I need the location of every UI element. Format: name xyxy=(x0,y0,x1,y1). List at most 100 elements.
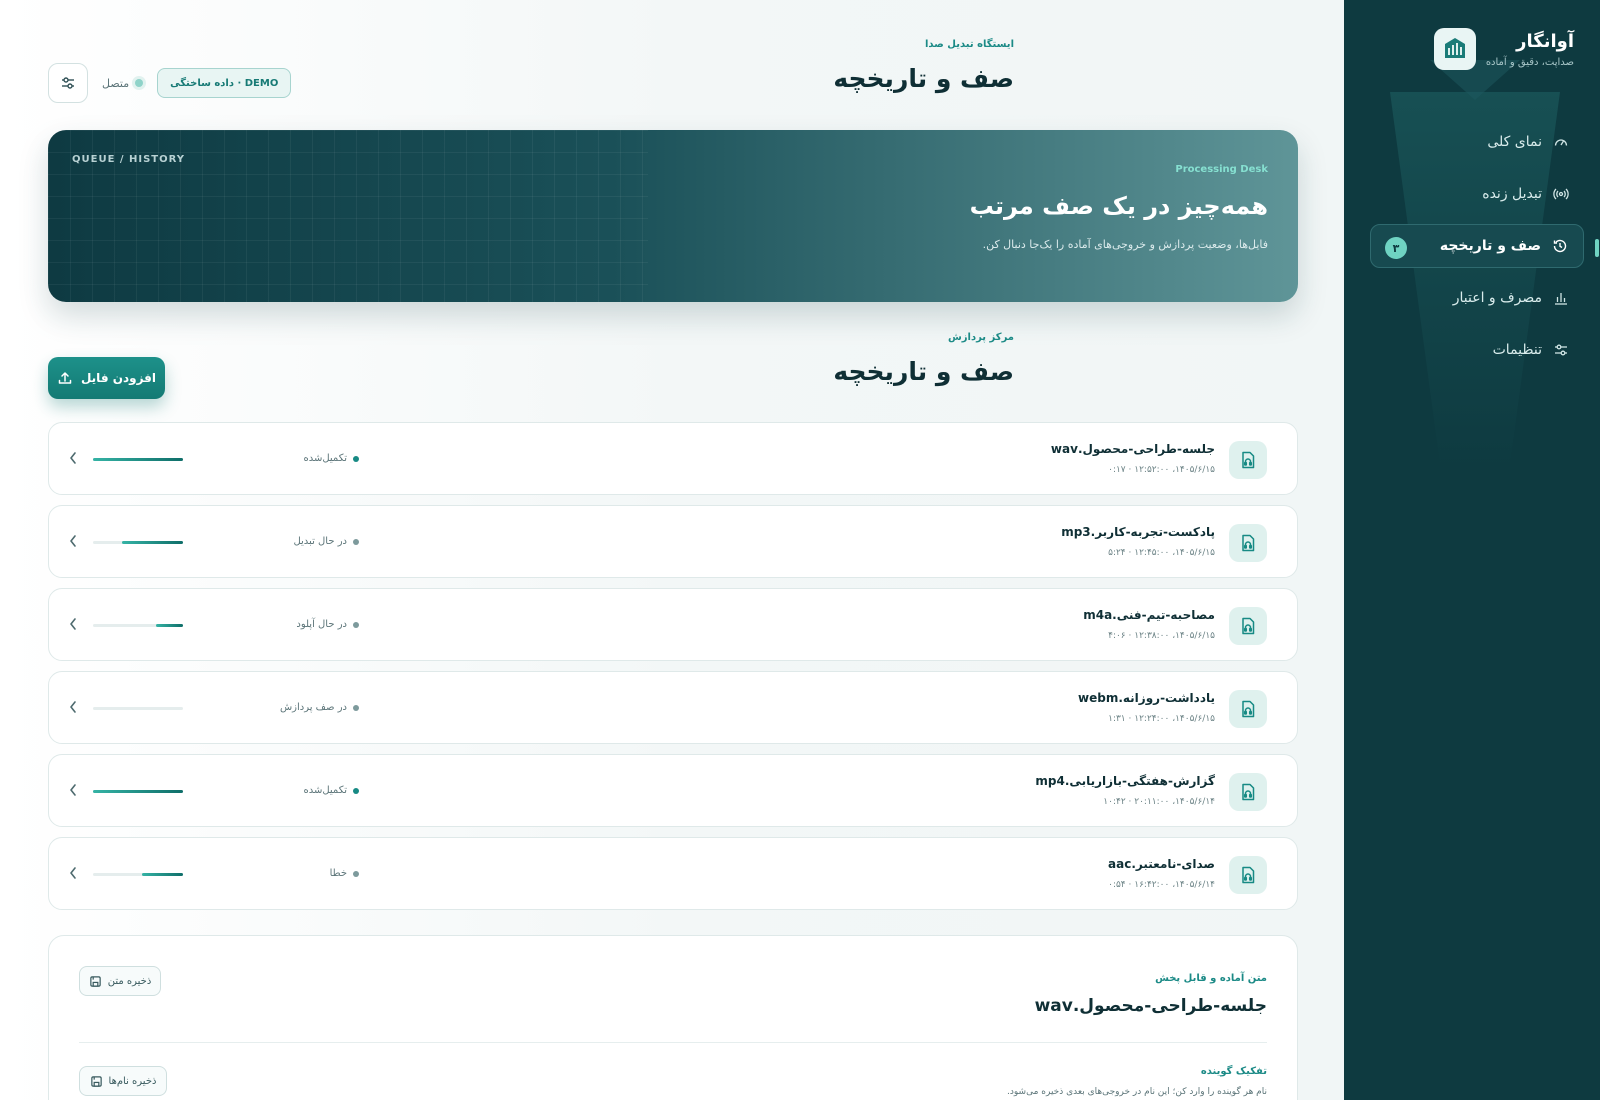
status-badge: تکمیل‌شده xyxy=(249,785,359,796)
status-label: تکمیل‌شده xyxy=(303,785,347,796)
queue-row[interactable]: جلسه-طراحی-محصول.wav ۱۴۰۵/۶/۱۵، ۱۲:۵۲:۰۰… xyxy=(48,422,1298,495)
progress-bar xyxy=(93,707,183,710)
brand-text: آوانگار صداپت، دقیق و آماده xyxy=(1486,31,1574,68)
hero-banner: QUEUE / HISTORY Processing Desk همه‌چیز … xyxy=(48,130,1298,302)
chevron-left-icon[interactable] xyxy=(67,450,79,466)
brand-logo xyxy=(1433,28,1476,70)
chevron-left-icon[interactable] xyxy=(67,533,79,549)
sidebar-item-label: تنظیمات xyxy=(1492,342,1542,358)
section-title: صف و تاریخچه xyxy=(833,357,1014,386)
queue-row[interactable]: مصاحبه-تیم-فنی.m4a ۱۴۰۵/۶/۱۵، ۱۲:۳۸:۰۰ ·… xyxy=(48,588,1298,661)
transcript-eyebrow: متن آماده و قابل پخش xyxy=(1155,973,1267,984)
speaker-description: نام هر گوینده را وارد کن؛ این نام در خرو… xyxy=(1007,1087,1267,1097)
speaker-eyebrow: تفکیک گوینده xyxy=(1200,1066,1267,1077)
file-meta: ۱۴۰۵/۶/۱۴، ۲۰:۱۱:۰۰ · ۱۰:۴۲ xyxy=(1103,797,1215,807)
status-dot xyxy=(353,621,359,628)
file-meta: ۱۴۰۵/۶/۱۵، ۱۲:۵۲:۰۰ · ۰:۱۷ xyxy=(1108,465,1215,475)
progress-fill xyxy=(93,790,183,793)
chevron-left-icon[interactable] xyxy=(67,865,79,881)
file-meta: ۱۴۰۵/۶/۱۵، ۱۲:۲۴:۰۰ · ۱:۳۱ xyxy=(1108,714,1215,724)
transcript-panel: متن آماده و قابل پخش جلسه-طراحی-محصول.wa… xyxy=(48,935,1298,1100)
status-badge: خطا xyxy=(249,868,359,879)
progress-bar xyxy=(93,790,183,793)
brand[interactable]: آوانگار صداپت، دقیق و آماده xyxy=(1433,28,1574,70)
status-dot xyxy=(135,79,144,87)
audio-file-icon xyxy=(1229,856,1267,894)
connection-status: متصل xyxy=(102,76,144,90)
waveform-building-icon xyxy=(1444,38,1465,58)
sidebar-nav: نمای کلی تبدیل زنده صف و تاریخچه ۳ مصرف … xyxy=(1370,120,1599,380)
status-dot xyxy=(353,704,359,711)
chevron-left-icon[interactable] xyxy=(67,699,79,715)
app-root: ایستگاه تبدیل صدا صف و تاریخچه متصل DEMO… xyxy=(0,0,1600,1100)
gauge-icon xyxy=(1552,133,1570,151)
floppy-disk-icon xyxy=(89,975,101,987)
chevron-left-icon[interactable] xyxy=(67,782,79,798)
history-icon xyxy=(1551,237,1569,255)
sliders-icon xyxy=(62,77,74,89)
status-label: در حال آپلود xyxy=(296,619,347,630)
sidebar-item-settings[interactable]: تنظیمات xyxy=(1370,328,1584,372)
add-file-label: افزودن فایل xyxy=(80,371,157,385)
brand-subtitle: صداپت، دقیق و آماده xyxy=(1485,56,1574,68)
section-eyebrow: مرکز پردازش xyxy=(947,332,1014,343)
audio-file-icon xyxy=(1229,607,1267,645)
status-label: متصل xyxy=(102,76,130,90)
audio-file-icon xyxy=(1229,773,1267,811)
floppy-disk-icon xyxy=(90,1075,102,1087)
hero-description: فایل‌ها، وضعیت پردازش و خروجی‌های آماده … xyxy=(982,238,1268,251)
file-name: مصاحبه-تیم-فنی.m4a xyxy=(1083,608,1215,622)
chevron-left-icon[interactable] xyxy=(67,616,79,632)
sidebar-item-overview[interactable]: نمای کلی xyxy=(1370,120,1584,164)
broadcast-icon xyxy=(1552,185,1570,203)
status-label: در حال تبدیل xyxy=(293,536,347,547)
queue-row[interactable]: یادداشت-روزانه.webm ۱۴۰۵/۶/۱۵، ۱۲:۲۴:۰۰ … xyxy=(48,671,1298,744)
save-names-label: ذخیره نام‌ها xyxy=(108,1075,157,1087)
sidebar-item-usage[interactable]: مصرف و اعتبار xyxy=(1370,276,1584,320)
page-title: صف و تاریخچه xyxy=(833,64,1014,93)
file-meta: ۱۴۰۵/۶/۱۴، ۱۶:۴۲:۰۰ · ۰:۵۴ xyxy=(1108,880,1215,890)
sliders-icon xyxy=(1552,341,1570,359)
audio-file-icon xyxy=(1229,441,1267,479)
demo-badge: DEMO · داده ساختگی xyxy=(157,68,292,98)
status-dot xyxy=(353,787,359,794)
audio-file-icon xyxy=(1229,524,1267,562)
progress-fill xyxy=(156,624,183,627)
header-eyebrow: ایستگاه تبدیل صدا xyxy=(924,39,1014,50)
file-meta: ۱۴۰۵/۶/۱۵، ۱۲:۴۵:۰۰ · ۵:۲۴ xyxy=(1108,548,1215,558)
status-dot xyxy=(353,538,359,545)
brand-title: آوانگار xyxy=(1516,30,1574,52)
queue-list: جلسه-طراحی-محصول.wav ۱۴۰۵/۶/۱۵، ۱۲:۵۲:۰۰… xyxy=(48,422,1298,920)
bar-chart-icon xyxy=(1552,289,1570,307)
queue-row[interactable]: پادکست-تجربه-کاربر.mp3 ۱۴۰۵/۶/۱۵، ۱۲:۴۵:… xyxy=(48,505,1298,578)
status-dot xyxy=(353,455,359,462)
hero-tag: QUEUE / HISTORY xyxy=(72,154,186,165)
sidebar-item-live[interactable]: تبدیل زنده xyxy=(1370,172,1584,216)
sidebar-item-queue[interactable]: صف و تاریخچه ۳ xyxy=(1370,224,1599,268)
audio-file-icon xyxy=(1229,690,1267,728)
status-label: خطا xyxy=(329,868,347,879)
sidebar: آوانگار صداپت، دقیق و آماده نمای کلی تبد… xyxy=(1344,0,1600,1100)
file-name: صدای-نامعتبر.aac xyxy=(1108,857,1215,871)
transcript-title: جلسه-طراحی-محصول.wav xyxy=(1034,996,1267,1016)
header-controls: متصل DEMO · داده ساختگی xyxy=(48,63,292,103)
progress-fill xyxy=(141,873,183,876)
progress-bar xyxy=(93,458,183,461)
queue-count-badge: ۳ xyxy=(1385,237,1407,259)
queue-row[interactable]: گزارش-هفتگی-بازاریابی.mp4 ۱۴۰۵/۶/۱۴، ۲۰:… xyxy=(48,754,1298,827)
file-name: یادداشت-روزانه.webm xyxy=(1078,691,1215,705)
status-label: در صف پردازش xyxy=(279,702,347,713)
progress-bar xyxy=(93,873,183,876)
add-file-button[interactable]: افزودن فایل xyxy=(48,357,165,399)
main-content: ایستگاه تبدیل صدا صف و تاریخچه متصل DEMO… xyxy=(0,0,1344,1100)
file-name: جلسه-طراحی-محصول.wav xyxy=(1050,442,1215,456)
save-text-button[interactable]: ذخیره متن xyxy=(79,966,161,996)
save-text-label: ذخیره متن xyxy=(107,975,152,987)
sidebar-item-label: نمای کلی xyxy=(1487,134,1542,150)
upload-icon xyxy=(58,372,72,384)
settings-button[interactable] xyxy=(48,63,88,103)
queue-row[interactable]: صدای-نامعتبر.aac ۱۴۰۵/۶/۱۴، ۱۶:۴۲:۰۰ · ۰… xyxy=(48,837,1298,910)
save-names-button[interactable]: ذخیره نام‌ها xyxy=(79,1066,167,1096)
sidebar-item-label: تبدیل زنده xyxy=(1482,186,1542,202)
hero-eyebrow: Processing Desk xyxy=(1175,164,1268,175)
